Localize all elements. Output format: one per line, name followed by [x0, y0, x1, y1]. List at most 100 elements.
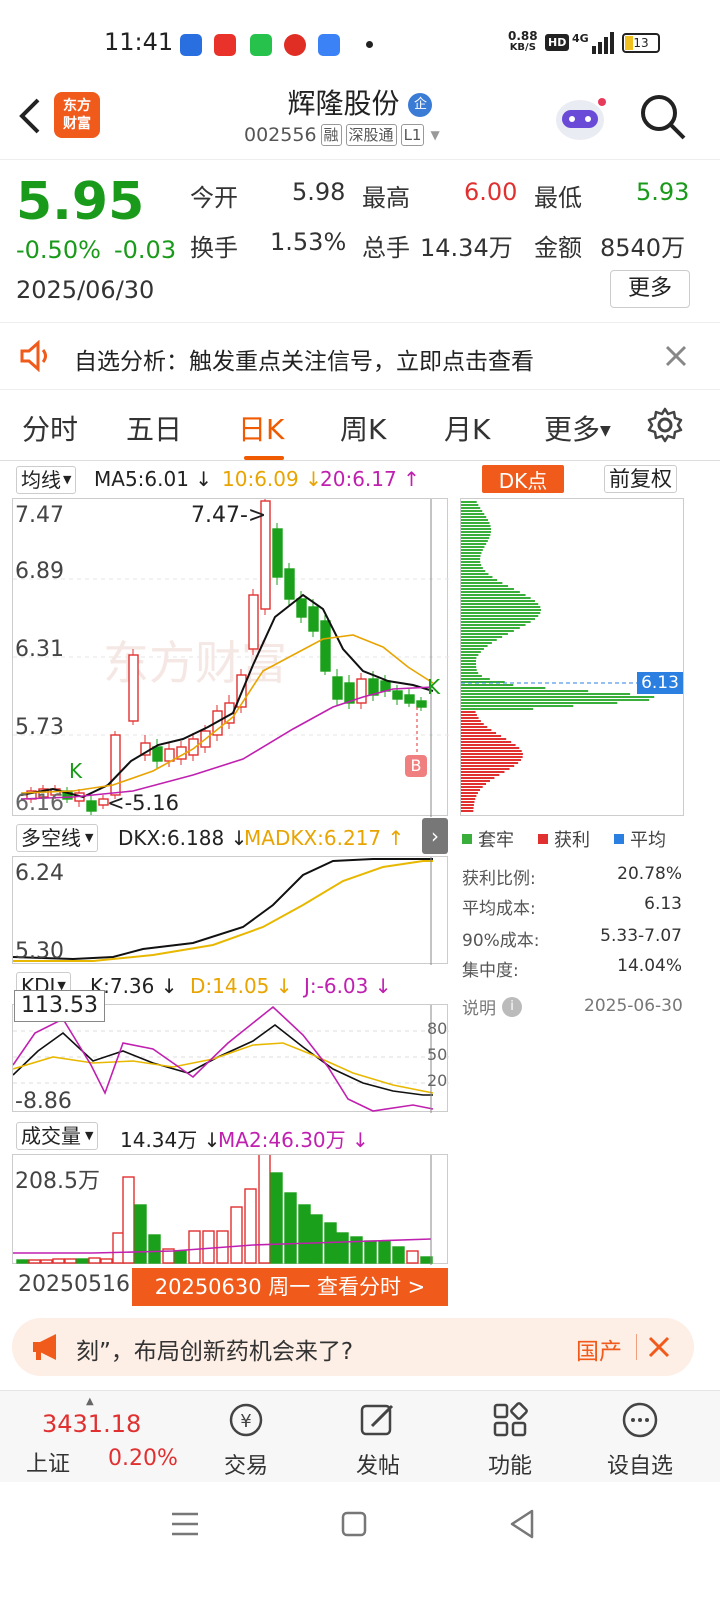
amount-value: 8540万 — [600, 234, 686, 262]
index-name[interactable]: 上证 — [26, 1446, 70, 1478]
search-icon[interactable] — [638, 92, 688, 142]
ma-select[interactable]: 均线 ▼ — [16, 466, 77, 494]
avg-cost-label: 平均成本: — [462, 899, 536, 919]
profit-ratio-value: 20.78% — [617, 864, 682, 884]
ad-text[interactable]: 刻”，布局创新药机会来了? — [76, 1332, 353, 1366]
volume-bar — [364, 1240, 377, 1264]
volume-bar — [392, 1246, 405, 1264]
chip-bar — [461, 609, 542, 611]
robot-assistant-icon[interactable] — [552, 92, 608, 144]
system-nav-bar — [0, 1482, 720, 1600]
chip-bar — [461, 513, 485, 515]
back-nav-icon[interactable] — [508, 1508, 536, 1540]
volume-value: 14.34万 — [420, 234, 513, 262]
chevron-down-icon[interactable]: ▼ — [430, 128, 439, 142]
candle-body — [416, 700, 427, 708]
volume-bar — [202, 1230, 215, 1264]
menu-icon[interactable] — [170, 1510, 200, 1538]
chip-bar — [461, 534, 491, 536]
volume-ma2: MA2:46.30万 ↓ — [218, 1128, 369, 1152]
chip-bar — [461, 714, 477, 716]
stock-name: 辉隆股份 — [287, 87, 400, 120]
current-price: 5.95 — [16, 172, 145, 232]
expand-panel-button[interactable]: › — [422, 818, 448, 854]
adjust-button[interactable]: 前复权 — [604, 465, 677, 493]
volume-bar — [148, 1234, 161, 1264]
avg-cost-tag: 6.13 — [637, 672, 683, 694]
chip-bar — [461, 612, 541, 614]
nav-add-watchlist[interactable]: 设自选 — [600, 1400, 680, 1480]
madkx-line — [13, 860, 433, 962]
tab-intraday[interactable]: 分时 — [22, 408, 78, 448]
chip-bar — [461, 636, 503, 638]
chip-bar — [461, 795, 477, 797]
dk-point-button[interactable]: DK点 — [482, 465, 564, 493]
volume-chart[interactable]: 208.5万 — [12, 1154, 448, 1265]
index-value[interactable]: 3431.18 — [42, 1410, 141, 1438]
ma10-value: 10:6.09 ↓ — [222, 467, 322, 491]
chip-bar — [461, 804, 474, 806]
view-intraday-button[interactable]: 20250630 周一 查看分时 > — [132, 1268, 448, 1306]
home-icon[interactable] — [340, 1510, 368, 1538]
legend-average: 平均 — [630, 830, 666, 851]
tab-weekly-k[interactable]: 周K — [340, 408, 386, 448]
dkx-chart[interactable]: 6.24 5.30 — [12, 856, 448, 965]
tab-daily-k[interactable]: 日K — [238, 408, 284, 448]
chip-bar — [461, 717, 479, 719]
avg-cost-value: 6.13 — [644, 894, 682, 914]
close-icon[interactable] — [664, 344, 688, 368]
caret-up-icon: ▲ — [86, 1396, 94, 1407]
chip-bar — [461, 798, 476, 800]
kline-chart[interactable]: 东方财富 7.47 6.89 6.31 5.73 6.16 7.47-> <-5… — [12, 498, 449, 817]
chip-bar — [461, 699, 650, 701]
notice-text[interactable]: 自选分析：触发重点关注信号，立即点击查看 — [74, 342, 534, 376]
pinduoduo-icon — [284, 34, 306, 56]
chip-bar — [461, 582, 503, 584]
chip-bar — [461, 756, 523, 758]
network-type: 4G — [572, 32, 589, 45]
tab-monthly-k[interactable]: 月K — [444, 408, 490, 448]
volume-bar — [100, 1258, 113, 1264]
chip-bar — [461, 666, 477, 668]
buy-signal-mark[interactable]: B — [405, 755, 427, 777]
volume-select[interactable]: 成交量 ▼ — [16, 1122, 99, 1150]
chip-bar — [461, 573, 489, 575]
chip-bar — [461, 747, 520, 749]
dkx-y-top: 6.24 — [15, 861, 64, 886]
cost-90-value: 5.33-7.07 — [600, 926, 682, 946]
legend-profit: 获利 — [554, 830, 590, 851]
chip-bar — [461, 561, 481, 563]
toutiao-icon — [214, 34, 236, 56]
chip-bar — [461, 774, 500, 776]
edit-icon — [360, 1404, 394, 1436]
tab-five-day[interactable]: 五日 — [126, 408, 182, 448]
cost-90-label: 90%成本: — [462, 931, 540, 951]
nav-post[interactable]: 发帖 — [338, 1400, 418, 1480]
megaphone-icon — [33, 1334, 56, 1360]
chip-note-date: 2025-06-30 — [584, 996, 683, 1016]
change-amount: -0.03 — [114, 236, 177, 264]
open-value: 5.98 — [292, 178, 346, 206]
nav-functions[interactable]: 功能 — [470, 1400, 550, 1480]
chip-bar — [461, 570, 486, 572]
tab-more[interactable]: 更多▼ — [544, 408, 611, 448]
settings-gear-icon[interactable] — [646, 406, 684, 444]
high-label: 最高 — [362, 184, 410, 212]
chip-bar — [461, 552, 482, 554]
amount-label: 金额 — [534, 234, 582, 262]
net-speed: 0.88 KB/S — [508, 29, 538, 53]
candle-body — [86, 800, 97, 812]
more-quote-button[interactable]: 更多 — [610, 270, 690, 308]
ad-close-icon[interactable] — [648, 1336, 670, 1358]
volume-bar — [134, 1204, 147, 1264]
volume-bar — [88, 1257, 101, 1264]
dkx-select[interactable]: 多空线 ▼ — [16, 824, 99, 852]
chip-bar — [461, 660, 477, 662]
chip-bar — [461, 606, 541, 608]
nav-trade[interactable]: ¥ 交易 — [206, 1400, 286, 1480]
enterprise-badge: 企 — [408, 93, 433, 117]
chip-note[interactable]: 说明 i — [462, 994, 522, 1019]
chip-bar — [461, 531, 491, 533]
index-change[interactable]: 0.20% — [108, 1446, 178, 1471]
high-value: 6.00 — [464, 178, 518, 206]
